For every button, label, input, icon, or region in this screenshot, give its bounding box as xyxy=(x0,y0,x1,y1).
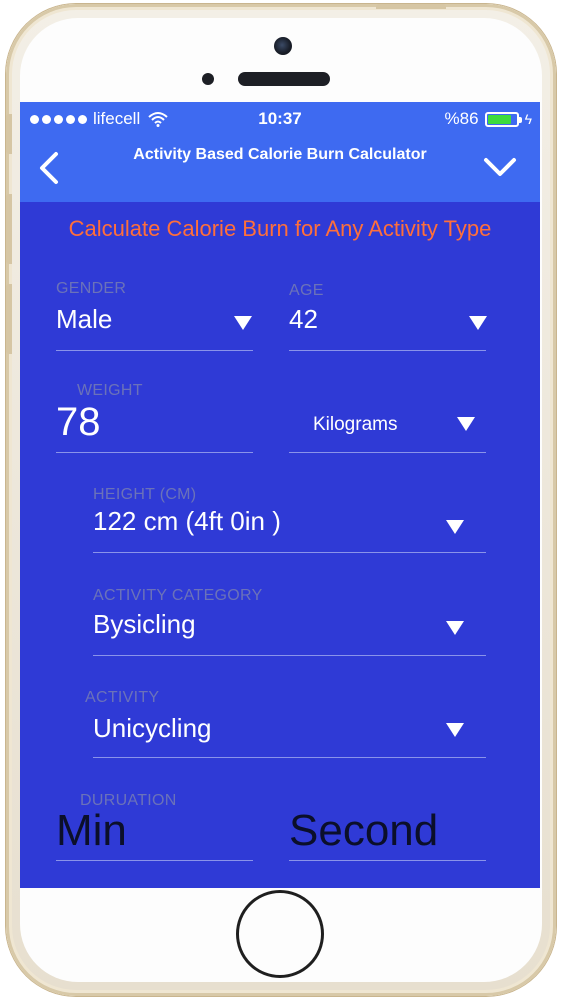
chevron-down-icon xyxy=(484,158,516,176)
back-button[interactable] xyxy=(34,148,70,188)
weight-unit-select[interactable]: Kilograms xyxy=(289,382,486,453)
sensor-icon xyxy=(202,73,214,85)
age-value: 42 xyxy=(289,304,318,334)
activity-underline xyxy=(93,757,486,758)
app-screen: lifecell 10:37 %86 ϟ Activity Based Calo… xyxy=(20,102,540,888)
headline: Calculate Calorie Burn for Any Activity … xyxy=(68,216,492,241)
height-value: 122 cm (4ft 0in ) xyxy=(93,506,281,536)
seconds-underline xyxy=(289,860,486,861)
activity-category-underline xyxy=(93,655,486,656)
battery-icon xyxy=(484,111,522,127)
caret-down-icon xyxy=(446,621,464,635)
caret-down-icon xyxy=(469,316,487,330)
status-bar: lifecell 10:37 %86 ϟ xyxy=(20,102,540,134)
gender-value: Male xyxy=(56,304,113,334)
weight-input[interactable]: WEIGHT 78 xyxy=(56,382,253,453)
activity-select[interactable]: ACTIVITY Unicycling xyxy=(85,689,486,759)
weight-underline xyxy=(56,452,253,453)
charging-bolt-icon: ϟ xyxy=(524,111,532,127)
activity-label: ACTIVITY xyxy=(85,689,160,706)
battery-percent: %86 xyxy=(444,109,479,128)
chevron-left-icon xyxy=(40,152,58,184)
caret-down-icon xyxy=(446,723,464,737)
status-right: %86 ϟ xyxy=(445,109,532,129)
page-title: Activity Based Calorie Burn Calculator xyxy=(133,146,427,163)
caret-down-icon xyxy=(234,316,252,330)
height-underline xyxy=(93,552,486,553)
weight-label: WEIGHT xyxy=(77,382,143,399)
height-select[interactable]: HEIGHT (CM) 122 cm (4ft 0in ) xyxy=(93,486,486,554)
gender-underline xyxy=(56,350,253,351)
seconds-placeholder: Second xyxy=(289,806,439,855)
gender-label: GENDER xyxy=(56,280,127,297)
height-label: HEIGHT (CM) xyxy=(93,486,197,503)
activity-category-label: ACTIVITY CATEGORY xyxy=(93,587,263,604)
nav-dropdown-button[interactable] xyxy=(480,152,520,184)
weight-value: 78 xyxy=(56,400,101,444)
age-label: AGE xyxy=(289,282,324,299)
weight-unit-value: Kilograms xyxy=(313,414,398,435)
nav-bar: Activity Based Calorie Burn Calculator xyxy=(20,134,540,202)
activity-category-value: Bysicling xyxy=(93,609,196,639)
weight-unit-underline xyxy=(289,452,486,453)
speaker-grille xyxy=(238,72,330,86)
gender-select[interactable]: GENDER Male xyxy=(56,280,253,352)
power-button xyxy=(376,4,446,9)
home-button[interactable] xyxy=(236,890,324,978)
minutes-placeholder: Min xyxy=(56,806,127,855)
caret-down-icon xyxy=(457,417,475,431)
calculator-form: Calculate Calorie Burn for Any Activity … xyxy=(20,202,540,888)
age-underline xyxy=(289,350,486,351)
age-select[interactable]: AGE 42 xyxy=(289,282,487,352)
minutes-underline xyxy=(56,860,253,861)
duration-seconds-input[interactable]: Second xyxy=(289,806,486,862)
mute-switch xyxy=(6,114,12,154)
duration-minutes-input[interactable]: Min xyxy=(56,806,253,862)
volume-up-button xyxy=(6,194,12,264)
activity-value: Unicycling xyxy=(93,713,212,743)
activity-category-select[interactable]: ACTIVITY CATEGORY Bysicling xyxy=(93,587,486,657)
camera-icon xyxy=(274,37,292,55)
volume-down-button xyxy=(6,284,12,354)
caret-down-icon xyxy=(446,520,464,534)
